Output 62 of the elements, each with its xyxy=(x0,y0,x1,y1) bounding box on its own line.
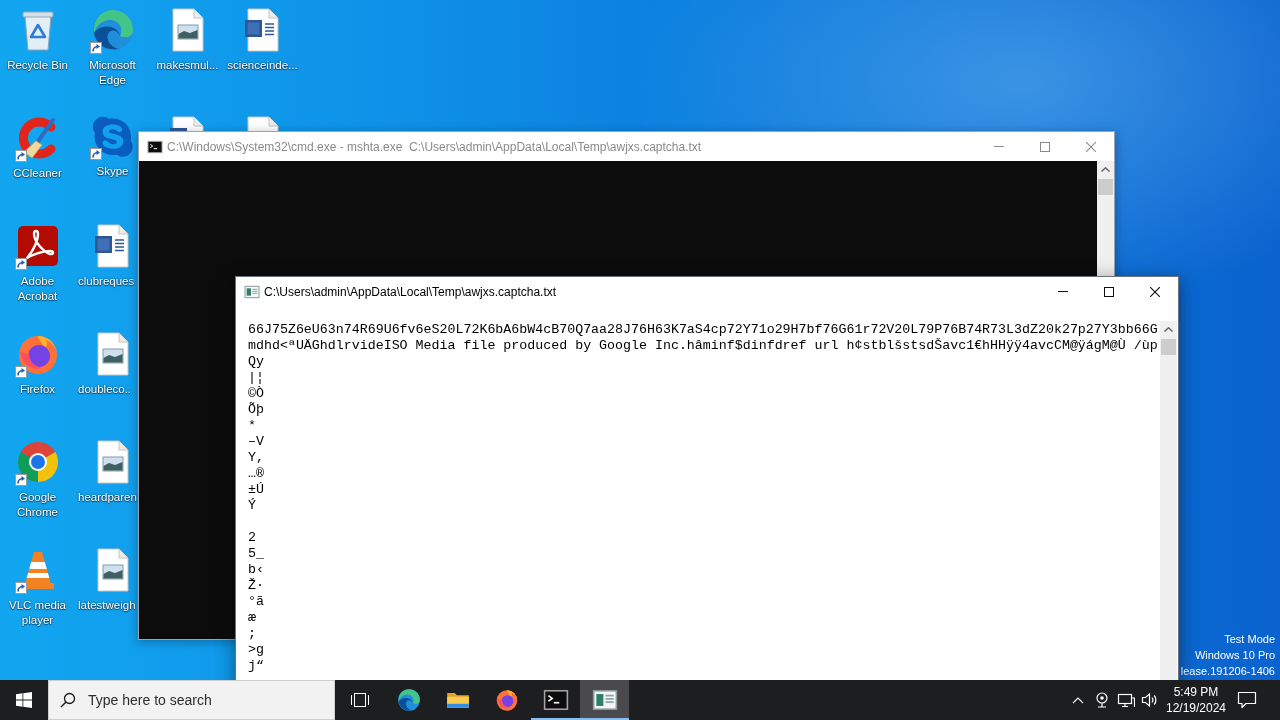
window-title: C:\Windows\System32\cmd.exe - mshta.exe C:\Users\admin\AppData\Local\Temp\awjxs.captcha.txt xyxy=(167,139,702,154)
desktop-icon-label[interactable]: latestweigh xyxy=(78,598,136,613)
system-notice-line: Windows 10 Pro xyxy=(1194,648,1275,663)
speaker-icon[interactable] xyxy=(1141,692,1159,708)
file-text-line: ±Ú xyxy=(248,482,264,498)
file-text-line: >g xyxy=(248,642,264,658)
desktop-icon-label[interactable]: Adobe Acrobat xyxy=(1,274,74,304)
system-notice-line: Test Mode xyxy=(1224,632,1275,647)
file-text-line: ©Ò xyxy=(248,386,264,402)
task-view-icon[interactable] xyxy=(349,692,370,708)
file-text-line: Qy xyxy=(248,354,264,370)
chevron-up-icon[interactable] xyxy=(1072,696,1084,704)
desktop-icon-label[interactable]: Firefox xyxy=(19,382,56,397)
terminal-icon[interactable] xyxy=(542,687,569,713)
desktop-icon-label[interactable]: scienceinde... xyxy=(227,58,298,73)
file-text-line: æ xyxy=(248,610,256,626)
caret-up-icon[interactable] xyxy=(1101,167,1110,172)
monitor-icon[interactable] xyxy=(1117,692,1135,708)
file-text-line: |¦ xyxy=(248,370,264,386)
desktop-icon-label[interactable]: Skype xyxy=(96,163,129,179)
search-field[interactable]: Type here to search xyxy=(48,680,335,720)
file-text-line: ; xyxy=(248,626,256,642)
system-notice-line: lease.191206-1406 xyxy=(1180,664,1275,679)
desktop-icon-label[interactable]: makesmul... xyxy=(156,58,219,73)
file-text-line: mdhd<ªUÄGhdlrvideISO Media file produced by Google Inc.hâminf$dinfdref url h¢stblšstsdŠavc1€hHHÿÿ4avcCM@ÿágM@Ù /ùp xyxy=(248,338,1158,354)
search-icon[interactable] xyxy=(60,692,76,708)
file-text-line: Ý xyxy=(248,498,256,514)
window-title: C:\Users\admin\AppData\Local\Temp\awjxs.captcha.txt xyxy=(264,284,557,299)
file-text-line: …® xyxy=(248,466,264,482)
file-text-line: 2 xyxy=(248,530,256,546)
desktop-icon-label[interactable]: doubleco.. xyxy=(78,382,132,397)
file-text-line: 5_ xyxy=(248,546,264,562)
desktop-icon-label[interactable]: Google Chrome xyxy=(1,490,74,520)
text-window-icon[interactable] xyxy=(591,687,618,713)
desktop-icon-label[interactable]: Recycle Bin xyxy=(7,58,68,73)
desktop-icon-label[interactable]: heardparen xyxy=(78,490,137,505)
file-text-line: j“ xyxy=(248,658,264,674)
desktop-icon-label[interactable]: clubreques xyxy=(78,274,135,289)
file-text-line: Ž· xyxy=(248,578,264,594)
notification-icon[interactable] xyxy=(1237,691,1257,709)
scrollbar-thumb[interactable] xyxy=(1161,339,1176,355)
desktop-icon-label[interactable]: VLC media player xyxy=(1,598,74,628)
wave-logo-icon[interactable] xyxy=(395,687,422,713)
file-text-line: –V xyxy=(248,434,264,450)
file-text-line: °ã xyxy=(248,594,264,610)
terminal-icon[interactable] xyxy=(147,138,163,155)
file-text-line: Õþ xyxy=(248,402,264,418)
maximize-icon[interactable] xyxy=(1104,286,1114,297)
desktop-icon-label[interactable]: CCleaner xyxy=(13,166,62,181)
close-icon[interactable] xyxy=(1150,286,1160,297)
taskbar-app-button[interactable] xyxy=(580,680,629,720)
webcam-icon[interactable] xyxy=(1095,692,1109,708)
file-text-line: b‹ xyxy=(248,562,264,578)
taskbar-clock[interactable]: 5:49 PM 12/19/2024 xyxy=(1162,680,1230,720)
file-text-line: * xyxy=(248,418,256,434)
caret-up-icon[interactable] xyxy=(1164,327,1173,332)
text-window-icon[interactable] xyxy=(244,283,260,300)
file-text-line: Y, xyxy=(248,450,264,466)
file-text-line: 66J75Z6eU63n74R69U6fv6eS20L72K6bA6bW4cB70Q7aa28J76H63K7aS4cp72Y71o29H7bf76G61r72V20L79P76B74R73L3dZ20k27p27Y3bb66G xyxy=(248,322,1158,338)
desktop-icon-label[interactable]: Microsoft Edge xyxy=(76,58,149,88)
windows-logo-icon[interactable] xyxy=(16,692,32,708)
scrollbar-thumb[interactable] xyxy=(1098,179,1113,195)
